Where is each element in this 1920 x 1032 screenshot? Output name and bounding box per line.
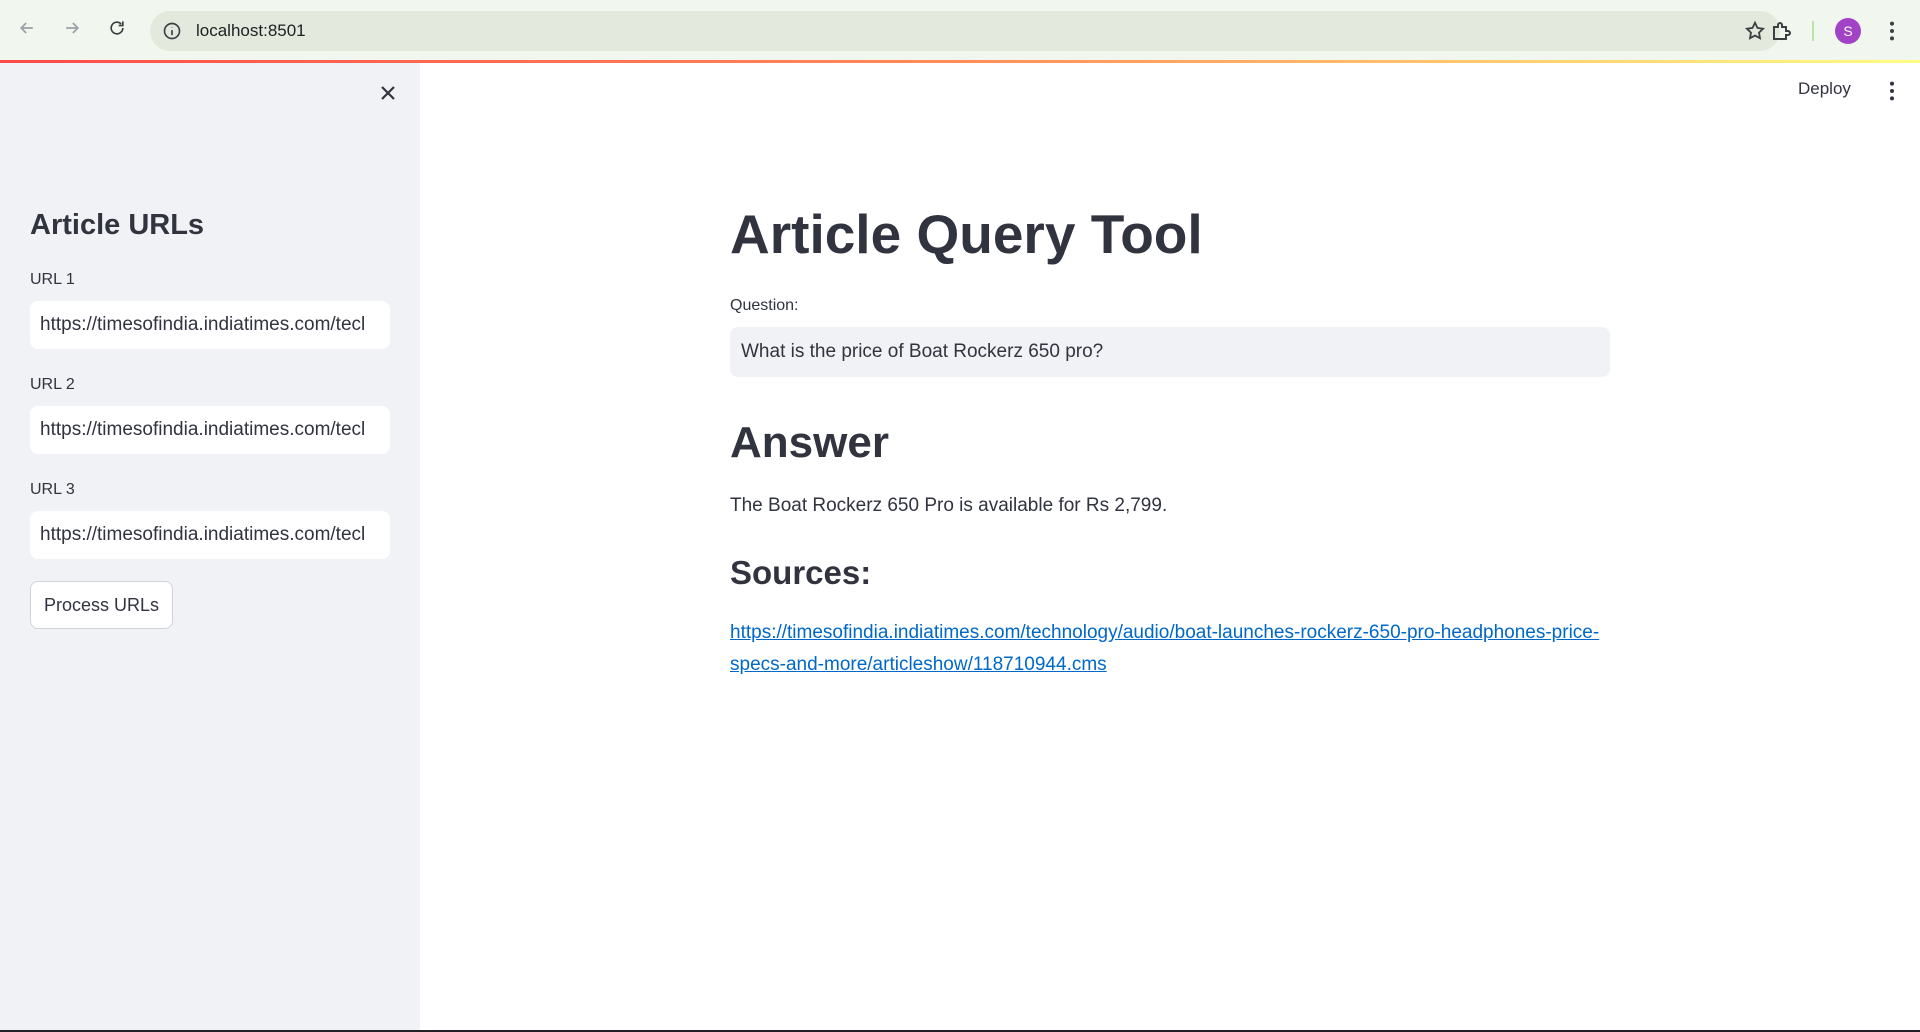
url-2-input[interactable]: https://timesofindia.indiatimes.com/tecl <box>30 406 390 454</box>
url-3-label: URL 3 <box>30 481 75 498</box>
source-link[interactable]: https://timesofindia.indiatimes.com/tech… <box>730 617 1600 681</box>
star-icon[interactable] <box>1744 20 1766 42</box>
question-input[interactable]: What is the price of Boat Rockerz 650 pr… <box>730 327 1610 377</box>
url-2-label: URL 2 <box>30 376 75 393</box>
sidebar-title: Article URLs <box>30 209 205 241</box>
puzzle-icon[interactable] <box>1770 19 1794 43</box>
deploy-button[interactable]: Deploy <box>1798 79 1851 99</box>
close-icon[interactable] <box>376 81 400 105</box>
main-menu-icon[interactable] <box>1886 80 1898 102</box>
reload-icon[interactable] <box>103 14 131 42</box>
url-3-input[interactable]: https://timesofindia.indiatimes.com/tecl <box>30 511 390 559</box>
sources-heading: Sources: <box>730 554 872 591</box>
url-1-input[interactable]: https://timesofindia.indiatimes.com/tecl <box>30 301 390 349</box>
back-arrow-icon[interactable] <box>13 14 41 42</box>
url-1-label: URL 1 <box>30 271 75 288</box>
url-text[interactable]: localhost:8501 <box>196 21 306 41</box>
sidebar: Article URLs URL 1 https://timesofindia.… <box>0 63 420 1032</box>
browser-toolbar: localhost:8501 S <box>0 0 1920 60</box>
process-urls-button[interactable]: Process URLs <box>30 581 173 629</box>
profile-avatar[interactable]: S <box>1835 18 1861 44</box>
address-bar[interactable]: localhost:8501 <box>150 11 1780 51</box>
kebab-menu-icon[interactable] <box>1884 19 1900 43</box>
info-icon[interactable] <box>162 21 182 41</box>
toolbar-divider <box>1812 21 1814 41</box>
forward-arrow-icon[interactable] <box>58 14 86 42</box>
page-title: Article Query Tool <box>730 203 1203 265</box>
answer-text: The Boat Rockerz 650 Pro is available fo… <box>730 495 1168 516</box>
question-label: Question: <box>730 297 799 314</box>
answer-heading: Answer <box>730 418 889 467</box>
